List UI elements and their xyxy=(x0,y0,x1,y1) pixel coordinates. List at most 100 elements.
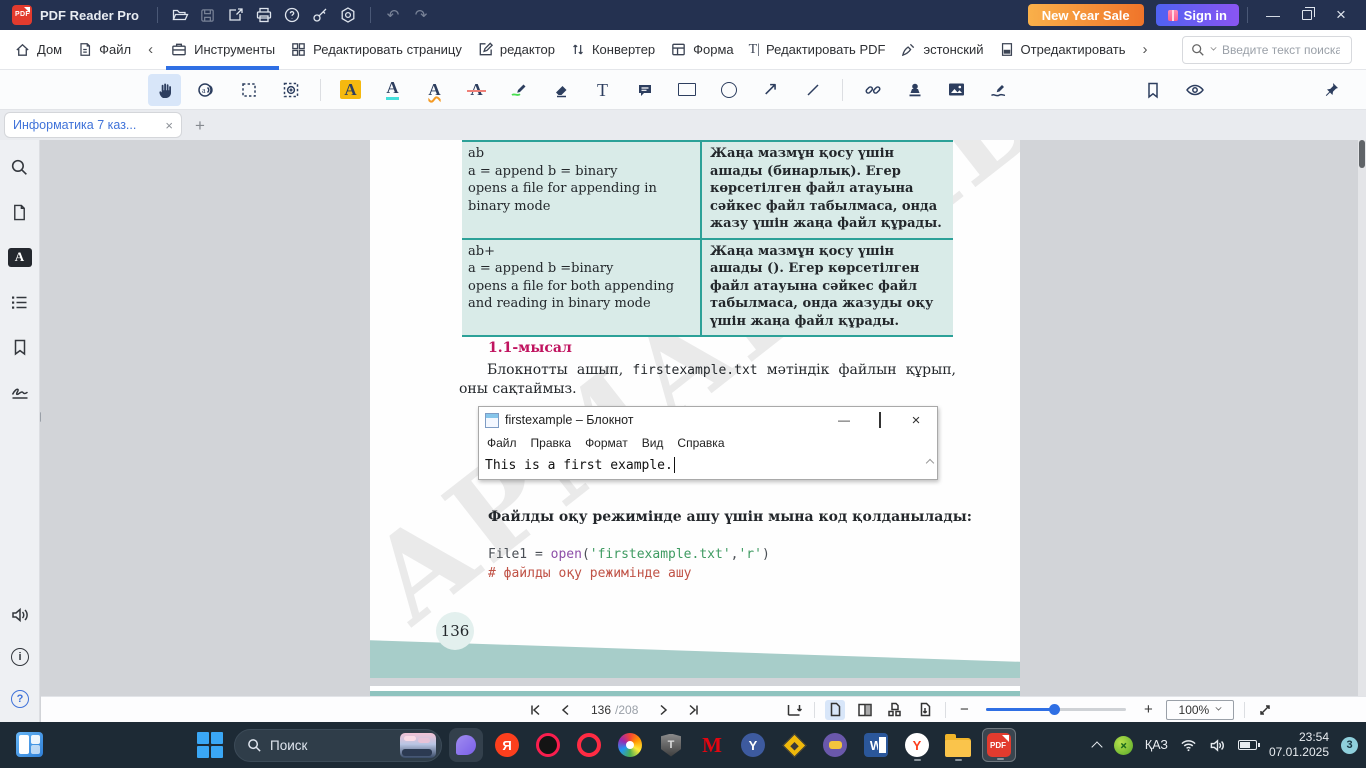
continuous-scroll-button[interactable] xyxy=(915,700,935,720)
diamond-game-button[interactable] xyxy=(777,728,811,762)
zoom-level-dropdown[interactable]: 100% xyxy=(1166,700,1234,720)
clock[interactable]: 23:54 07.01.2025 xyxy=(1269,730,1329,760)
first-page-button[interactable] xyxy=(525,700,545,720)
sidebar-read-aloud-button[interactable] xyxy=(7,602,33,628)
menu-redact[interactable]: Отредактировать xyxy=(999,30,1126,70)
sidebar-info-button[interactable]: i xyxy=(7,644,33,670)
color-wheel-app-button[interactable] xyxy=(613,728,647,762)
menu-ocr-language[interactable]: эстонский xyxy=(900,30,983,70)
sign-in-button[interactable]: Sign in xyxy=(1156,4,1239,26)
note-comment-button[interactable] xyxy=(628,74,661,106)
sidebar-signature-button[interactable] xyxy=(7,379,33,405)
current-page-value[interactable]: 136 xyxy=(591,703,611,717)
menu-home[interactable]: Дом xyxy=(14,30,62,70)
yandex-browser-button[interactable]: Y xyxy=(900,728,934,762)
next-page-button[interactable] xyxy=(654,700,674,720)
marquee-select-button[interactable] xyxy=(232,74,265,106)
freehand-pen-button[interactable] xyxy=(502,74,535,106)
share-button[interactable] xyxy=(222,3,250,27)
signature-button[interactable] xyxy=(982,74,1015,106)
arrow-shape-button[interactable]: ↗ xyxy=(754,74,787,106)
search-input[interactable] xyxy=(1222,43,1340,57)
stamp-button[interactable] xyxy=(898,74,931,106)
notification-badge[interactable]: 3 xyxy=(1341,737,1358,754)
new-tab-button[interactable]: + xyxy=(188,114,212,138)
strikethrough-button[interactable]: A xyxy=(460,74,493,106)
antivirus-tray-icon[interactable]: + xyxy=(1114,736,1133,755)
previous-page-button[interactable] xyxy=(555,700,575,720)
sidebar-bookmarks-button[interactable] xyxy=(7,334,33,360)
menu-scroll-left-icon[interactable]: ‹ xyxy=(146,41,155,58)
y-blue-app-button[interactable]: Y xyxy=(736,728,770,762)
sidebar-annotations-button[interactable]: A xyxy=(7,244,33,270)
opera-gx-button[interactable] xyxy=(531,728,565,762)
restore-button[interactable] xyxy=(1290,2,1324,28)
pin-toolbar-button[interactable] xyxy=(1315,74,1348,106)
redo-icon[interactable]: ↷ xyxy=(407,3,435,27)
tab-close-icon[interactable]: × xyxy=(165,118,173,133)
zoom-slider[interactable] xyxy=(986,708,1126,711)
menu-edit-pdf[interactable]: T|Редактировать PDF xyxy=(749,30,886,70)
zoom-slider-knob[interactable] xyxy=(1049,704,1060,715)
volume-icon[interactable] xyxy=(1209,738,1226,753)
view-eye-button[interactable] xyxy=(1178,74,1211,106)
zoom-area-button[interactable] xyxy=(274,74,307,106)
chat-app-button[interactable] xyxy=(449,728,483,762)
menu-converter[interactable]: Конвертер xyxy=(570,30,655,70)
rectangle-shape-button[interactable] xyxy=(670,74,703,106)
print-button[interactable] xyxy=(250,3,278,27)
tray-overflow-chevron-icon[interactable] xyxy=(1092,740,1102,750)
multi-page-view-button[interactable] xyxy=(885,700,905,720)
wifi-icon[interactable] xyxy=(1180,738,1197,752)
start-button[interactable] xyxy=(193,728,227,762)
battery-icon[interactable] xyxy=(1238,740,1257,750)
pdf-reader-taskbar-button[interactable]: PDF xyxy=(982,728,1016,762)
sidebar-thumbnails-button[interactable] xyxy=(7,199,33,225)
tanks-game-button[interactable]: T xyxy=(654,728,688,762)
password-key-button[interactable] xyxy=(306,3,334,27)
read-aloud-button[interactable]: a xyxy=(190,74,223,106)
zoom-in-button[interactable]: + xyxy=(1140,701,1156,718)
undo-icon[interactable]: ↶ xyxy=(379,3,407,27)
gamepad-app-button[interactable] xyxy=(818,728,852,762)
two-page-view-button[interactable] xyxy=(855,700,875,720)
vertical-scrollbar[interactable] xyxy=(1358,140,1366,696)
text-tool-button[interactable]: T xyxy=(586,74,619,106)
zoom-out-button[interactable]: − xyxy=(956,701,972,718)
sidebar-search-button[interactable] xyxy=(7,154,33,180)
sidebar-help-button[interactable]: ? xyxy=(7,686,33,712)
link-button[interactable] xyxy=(856,74,889,106)
image-button[interactable] xyxy=(940,74,973,106)
squiggly-underline-button[interactable]: A xyxy=(418,74,451,106)
circle-shape-button[interactable] xyxy=(712,74,745,106)
menu-edit-page[interactable]: Редактировать страницу xyxy=(290,30,462,70)
new-year-sale-button[interactable]: New Year Sale xyxy=(1028,4,1144,26)
close-button[interactable]: × xyxy=(1324,2,1358,28)
last-page-button[interactable] xyxy=(684,700,704,720)
weather-widget-image[interactable] xyxy=(400,733,436,758)
menu-tools[interactable]: Инструменты xyxy=(170,30,275,70)
opera-button[interactable] xyxy=(572,728,606,762)
language-indicator[interactable]: ҚАЗ xyxy=(1145,738,1168,752)
highlight-text-button[interactable]: A xyxy=(334,74,367,106)
menu-file[interactable]: Файл xyxy=(77,30,131,70)
menu-editor[interactable]: редактор xyxy=(477,30,555,70)
search-box[interactable] xyxy=(1182,36,1352,64)
line-shape-button[interactable] xyxy=(796,74,829,106)
yandex-app-button[interactable]: Я xyxy=(490,728,524,762)
taskbar-search[interactable]: Поиск xyxy=(234,729,442,762)
open-file-button[interactable] xyxy=(166,3,194,27)
save-button[interactable] xyxy=(194,3,222,27)
help-button[interactable] xyxy=(278,3,306,27)
eraser-button[interactable] xyxy=(544,74,577,106)
menu-scroll-right-icon[interactable]: › xyxy=(1141,41,1150,58)
file-explorer-button[interactable] xyxy=(941,728,975,762)
underline-text-button[interactable]: A xyxy=(376,74,409,106)
fit-width-button[interactable] xyxy=(784,700,804,720)
scrollbar-thumb[interactable] xyxy=(1359,140,1365,168)
menu-form[interactable]: Форма xyxy=(670,30,734,70)
widgets-button[interactable] xyxy=(16,732,43,757)
document-tab[interactable]: Информатика 7 каз... × xyxy=(4,112,182,138)
sidebar-outline-button[interactable] xyxy=(7,289,33,315)
word-button[interactable]: W xyxy=(859,728,893,762)
